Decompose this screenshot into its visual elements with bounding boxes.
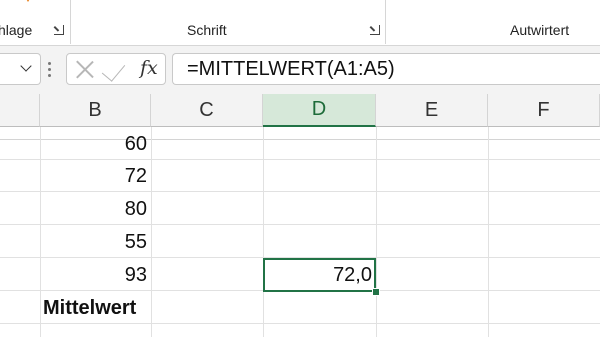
more-options-icon[interactable]	[48, 62, 52, 78]
ribbon: hlage Schrift Autwirtert	[0, 0, 600, 46]
cell-b-value[interactable]: 72	[40, 160, 151, 192]
formula-input[interactable]: =MITTELWERT(A1:A5)	[172, 53, 600, 85]
font-launcher-icon[interactable]	[370, 25, 380, 35]
name-box[interactable]	[0, 53, 41, 85]
formula-bar-row: fx =MITTELWERT(A1:A5)	[0, 46, 600, 140]
ribbon-separator	[70, 0, 71, 44]
column-header-c[interactable]: C	[151, 94, 263, 127]
ribbon-group-font-label: Schrift	[187, 22, 227, 38]
column-header-d[interactable]: D	[263, 94, 376, 127]
cell-b-value[interactable]: 80	[40, 193, 151, 225]
column-header-e[interactable]: E	[376, 94, 488, 127]
column-header-f[interactable]: F	[488, 94, 600, 127]
enter-check-icon[interactable]	[101, 57, 126, 82]
cell-b-value[interactable]: 93	[40, 259, 151, 291]
format-painter-icon[interactable]	[20, 0, 36, 6]
cancel-icon[interactable]	[75, 59, 95, 79]
formula-text: =MITTELWERT(A1:A5)	[187, 58, 395, 80]
fill-handle[interactable]	[372, 288, 380, 296]
formula-buttons: fx	[66, 53, 166, 85]
cell-b-mittelwert-label[interactable]: Mittelwert	[43, 292, 163, 324]
cell-b-value[interactable]: 55	[40, 226, 151, 258]
insert-function-icon[interactable]: fx	[140, 57, 158, 79]
column-header-a-partial[interactable]	[0, 94, 40, 127]
column-header-b[interactable]: B	[40, 94, 151, 127]
ribbon-group-clipboard-label: hlage	[0, 22, 33, 38]
clipboard-launcher-icon[interactable]	[54, 25, 64, 35]
chevron-down-icon[interactable]	[20, 60, 32, 72]
cell-b-value[interactable]: 60	[40, 128, 151, 160]
ribbon-separator	[385, 0, 386, 44]
ribbon-group-alignment-label: Autwirtert	[510, 22, 570, 38]
active-cell-border	[263, 258, 376, 292]
